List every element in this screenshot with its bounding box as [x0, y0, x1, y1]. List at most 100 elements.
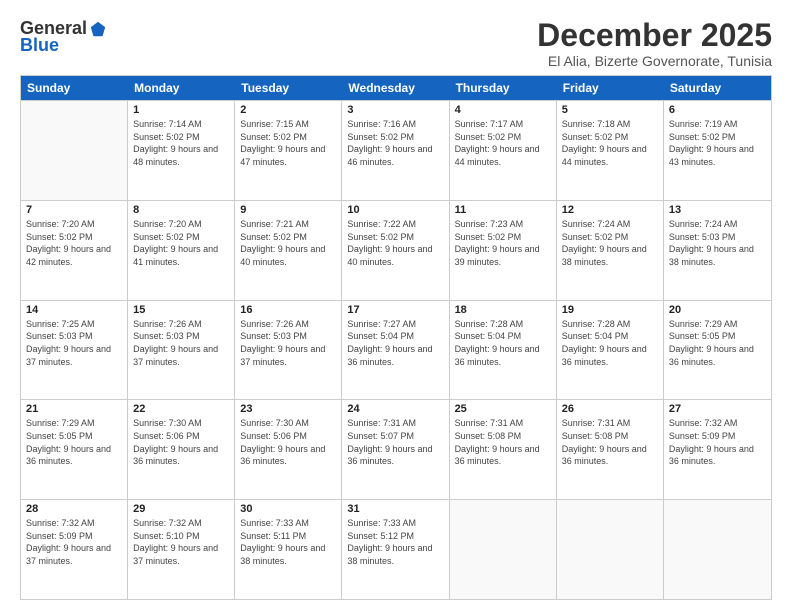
calendar-cell — [664, 500, 771, 599]
cell-sun-info: Sunrise: 7:17 AMSunset: 5:02 PMDaylight:… — [455, 118, 551, 168]
calendar-cell: 3 Sunrise: 7:16 AMSunset: 5:02 PMDaylight… — [342, 101, 449, 200]
cell-sun-info: Sunrise: 7:32 AMSunset: 5:09 PMDaylight:… — [669, 417, 766, 467]
cell-sun-info: Sunrise: 7:15 AMSunset: 5:02 PMDaylight:… — [240, 118, 336, 168]
cell-sun-info: Sunrise: 7:24 AMSunset: 5:03 PMDaylight:… — [669, 218, 766, 268]
page-title: December 2025 — [537, 18, 772, 53]
cell-date-number: 14 — [26, 304, 122, 316]
cell-date-number: 26 — [562, 403, 658, 415]
cell-date-number: 2 — [240, 104, 336, 116]
cell-sun-info: Sunrise: 7:14 AMSunset: 5:02 PMDaylight:… — [133, 118, 229, 168]
title-block: December 2025 El Alia, Bizerte Governora… — [537, 18, 772, 69]
calendar-header-row: SundayMondayTuesdayWednesdayThursdayFrid… — [21, 76, 771, 100]
calendar-cell: 19 Sunrise: 7:28 AMSunset: 5:04 PMDayligh… — [557, 301, 664, 400]
cell-date-number: 20 — [669, 304, 766, 316]
calendar-cell: 30Sunrise: 7:33 AMSunset: 5:11 PMDayligh… — [235, 500, 342, 599]
calendar-cell: 27 Sunrise: 7:32 AMSunset: 5:09 PMDayligh… — [664, 400, 771, 499]
calendar-header-cell: Sunday — [21, 76, 128, 100]
cell-date-number: 27 — [669, 403, 766, 415]
cell-sun-info: Sunrise: 7:27 AMSunset: 5:04 PMDaylight:… — [347, 318, 443, 368]
calendar-header-cell: Tuesday — [235, 76, 342, 100]
calendar-cell: 13 Sunrise: 7:24 AMSunset: 5:03 PMDayligh… — [664, 201, 771, 300]
calendar-week-row: 14 Sunrise: 7:25 AMSunset: 5:03 PMDayligh… — [21, 300, 771, 400]
cell-date-number: 12 — [562, 204, 658, 216]
calendar-cell: 4Sunrise: 7:17 AMSunset: 5:02 PMDaylight… — [450, 101, 557, 200]
calendar-cell: 25 Sunrise: 7:31 AMSunset: 5:08 PMDayligh… — [450, 400, 557, 499]
calendar-cell: 1 Sunrise: 7:14 AMSunset: 5:02 PMDaylight… — [128, 101, 235, 200]
cell-sun-info: Sunrise: 7:31 AMSunset: 5:07 PMDaylight:… — [347, 417, 443, 467]
cell-sun-info: Sunrise: 7:33 AMSunset: 5:12 PMDaylight:… — [347, 517, 443, 567]
calendar-cell: 10 Sunrise: 7:22 AMSunset: 5:02 PMDayligh… — [342, 201, 449, 300]
calendar-cell: 20 Sunrise: 7:29 AMSunset: 5:05 PMDayligh… — [664, 301, 771, 400]
cell-date-number: 31 — [347, 503, 443, 515]
cell-date-number: 28 — [26, 503, 122, 515]
calendar-header-cell: Wednesday — [342, 76, 449, 100]
cell-date-number: 10 — [347, 204, 443, 216]
calendar-cell: 6Sunrise: 7:19 AMSunset: 5:02 PMDaylight… — [664, 101, 771, 200]
cell-sun-info: Sunrise: 7:30 AMSunset: 5:06 PMDaylight:… — [133, 417, 229, 467]
calendar-cell — [557, 500, 664, 599]
calendar-cell: 17 Sunrise: 7:27 AMSunset: 5:04 PMDayligh… — [342, 301, 449, 400]
cell-sun-info: Sunrise: 7:25 AMSunset: 5:03 PMDaylight:… — [26, 318, 122, 368]
cell-date-number: 6 — [669, 104, 766, 116]
cell-sun-info: Sunrise: 7:32 AMSunset: 5:09 PMDaylight:… — [26, 517, 122, 567]
calendar-cell: 11 Sunrise: 7:23 AMSunset: 5:02 PMDayligh… — [450, 201, 557, 300]
cell-date-number: 5 — [562, 104, 658, 116]
cell-sun-info: Sunrise: 7:23 AMSunset: 5:02 PMDaylight:… — [455, 218, 551, 268]
calendar-header-cell: Friday — [557, 76, 664, 100]
cell-sun-info: Sunrise: 7:18 AMSunset: 5:02 PMDaylight:… — [562, 118, 658, 168]
cell-sun-info: Sunrise: 7:32 AMSunset: 5:10 PMDaylight:… — [133, 517, 229, 567]
cell-date-number: 17 — [347, 304, 443, 316]
cell-sun-info: Sunrise: 7:33 AMSunset: 5:11 PMDaylight:… — [240, 517, 336, 567]
calendar-cell: 26 Sunrise: 7:31 AMSunset: 5:08 PMDayligh… — [557, 400, 664, 499]
cell-date-number: 15 — [133, 304, 229, 316]
calendar-cell: 23Sunrise: 7:30 AMSunset: 5:06 PMDayligh… — [235, 400, 342, 499]
calendar-cell: 31 Sunrise: 7:33 AMSunset: 5:12 PMDayligh… — [342, 500, 449, 599]
cell-date-number: 21 — [26, 403, 122, 415]
logo: General Blue — [20, 18, 107, 56]
calendar-week-row: 28 Sunrise: 7:32 AMSunset: 5:09 PMDayligh… — [21, 499, 771, 599]
calendar-cell: 7 Sunrise: 7:20 AMSunset: 5:02 PMDaylight… — [21, 201, 128, 300]
calendar-cell: 15Sunrise: 7:26 AMSunset: 5:03 PMDayligh… — [128, 301, 235, 400]
cell-sun-info: Sunrise: 7:20 AMSunset: 5:02 PMDaylight:… — [133, 218, 229, 268]
cell-sun-info: Sunrise: 7:28 AMSunset: 5:04 PMDaylight:… — [562, 318, 658, 368]
calendar-header-cell: Monday — [128, 76, 235, 100]
logo-flag-icon — [89, 20, 107, 38]
calendar-header-cell: Saturday — [664, 76, 771, 100]
cell-date-number: 1 — [133, 104, 229, 116]
cell-date-number: 25 — [455, 403, 551, 415]
cell-date-number: 11 — [455, 204, 551, 216]
calendar-cell: 22 Sunrise: 7:30 AMSunset: 5:06 PMDayligh… — [128, 400, 235, 499]
calendar-cell: 14 Sunrise: 7:25 AMSunset: 5:03 PMDayligh… — [21, 301, 128, 400]
cell-date-number: 24 — [347, 403, 443, 415]
calendar-week-row: 7 Sunrise: 7:20 AMSunset: 5:02 PMDaylight… — [21, 200, 771, 300]
cell-date-number: 7 — [26, 204, 122, 216]
calendar-cell: 18Sunrise: 7:28 AMSunset: 5:04 PMDayligh… — [450, 301, 557, 400]
cell-date-number: 3 — [347, 104, 443, 116]
cell-sun-info: Sunrise: 7:16 AMSunset: 5:02 PMDaylight:… — [347, 118, 443, 168]
calendar: SundayMondayTuesdayWednesdayThursdayFrid… — [20, 75, 772, 600]
cell-date-number: 29 — [133, 503, 229, 515]
cell-sun-info: Sunrise: 7:22 AMSunset: 5:02 PMDaylight:… — [347, 218, 443, 268]
cell-sun-info: Sunrise: 7:20 AMSunset: 5:02 PMDaylight:… — [26, 218, 122, 268]
calendar-cell: 8 Sunrise: 7:20 AMSunset: 5:02 PMDaylight… — [128, 201, 235, 300]
cell-sun-info: Sunrise: 7:29 AMSunset: 5:05 PMDaylight:… — [669, 318, 766, 368]
logo-blue-text: Blue — [20, 35, 59, 56]
page: General Blue December 2025 El Alia, Bize… — [0, 0, 792, 612]
cell-date-number: 9 — [240, 204, 336, 216]
cell-sun-info: Sunrise: 7:29 AMSunset: 5:05 PMDaylight:… — [26, 417, 122, 467]
cell-date-number: 22 — [133, 403, 229, 415]
cell-sun-info: Sunrise: 7:31 AMSunset: 5:08 PMDaylight:… — [455, 417, 551, 467]
calendar-cell: 29 Sunrise: 7:32 AMSunset: 5:10 PMDayligh… — [128, 500, 235, 599]
calendar-cell: 21 Sunrise: 7:29 AMSunset: 5:05 PMDayligh… — [21, 400, 128, 499]
calendar-cell: 5 Sunrise: 7:18 AMSunset: 5:02 PMDaylight… — [557, 101, 664, 200]
cell-date-number: 19 — [562, 304, 658, 316]
cell-date-number: 8 — [133, 204, 229, 216]
calendar-header-cell: Thursday — [450, 76, 557, 100]
cell-sun-info: Sunrise: 7:30 AMSunset: 5:06 PMDaylight:… — [240, 417, 336, 467]
cell-sun-info: Sunrise: 7:31 AMSunset: 5:08 PMDaylight:… — [562, 417, 658, 467]
calendar-cell: 2 Sunrise: 7:15 AMSunset: 5:02 PMDaylight… — [235, 101, 342, 200]
cell-date-number: 16 — [240, 304, 336, 316]
calendar-cell: 12Sunrise: 7:24 AMSunset: 5:02 PMDayligh… — [557, 201, 664, 300]
cell-date-number: 13 — [669, 204, 766, 216]
calendar-week-row: 1 Sunrise: 7:14 AMSunset: 5:02 PMDaylight… — [21, 100, 771, 200]
